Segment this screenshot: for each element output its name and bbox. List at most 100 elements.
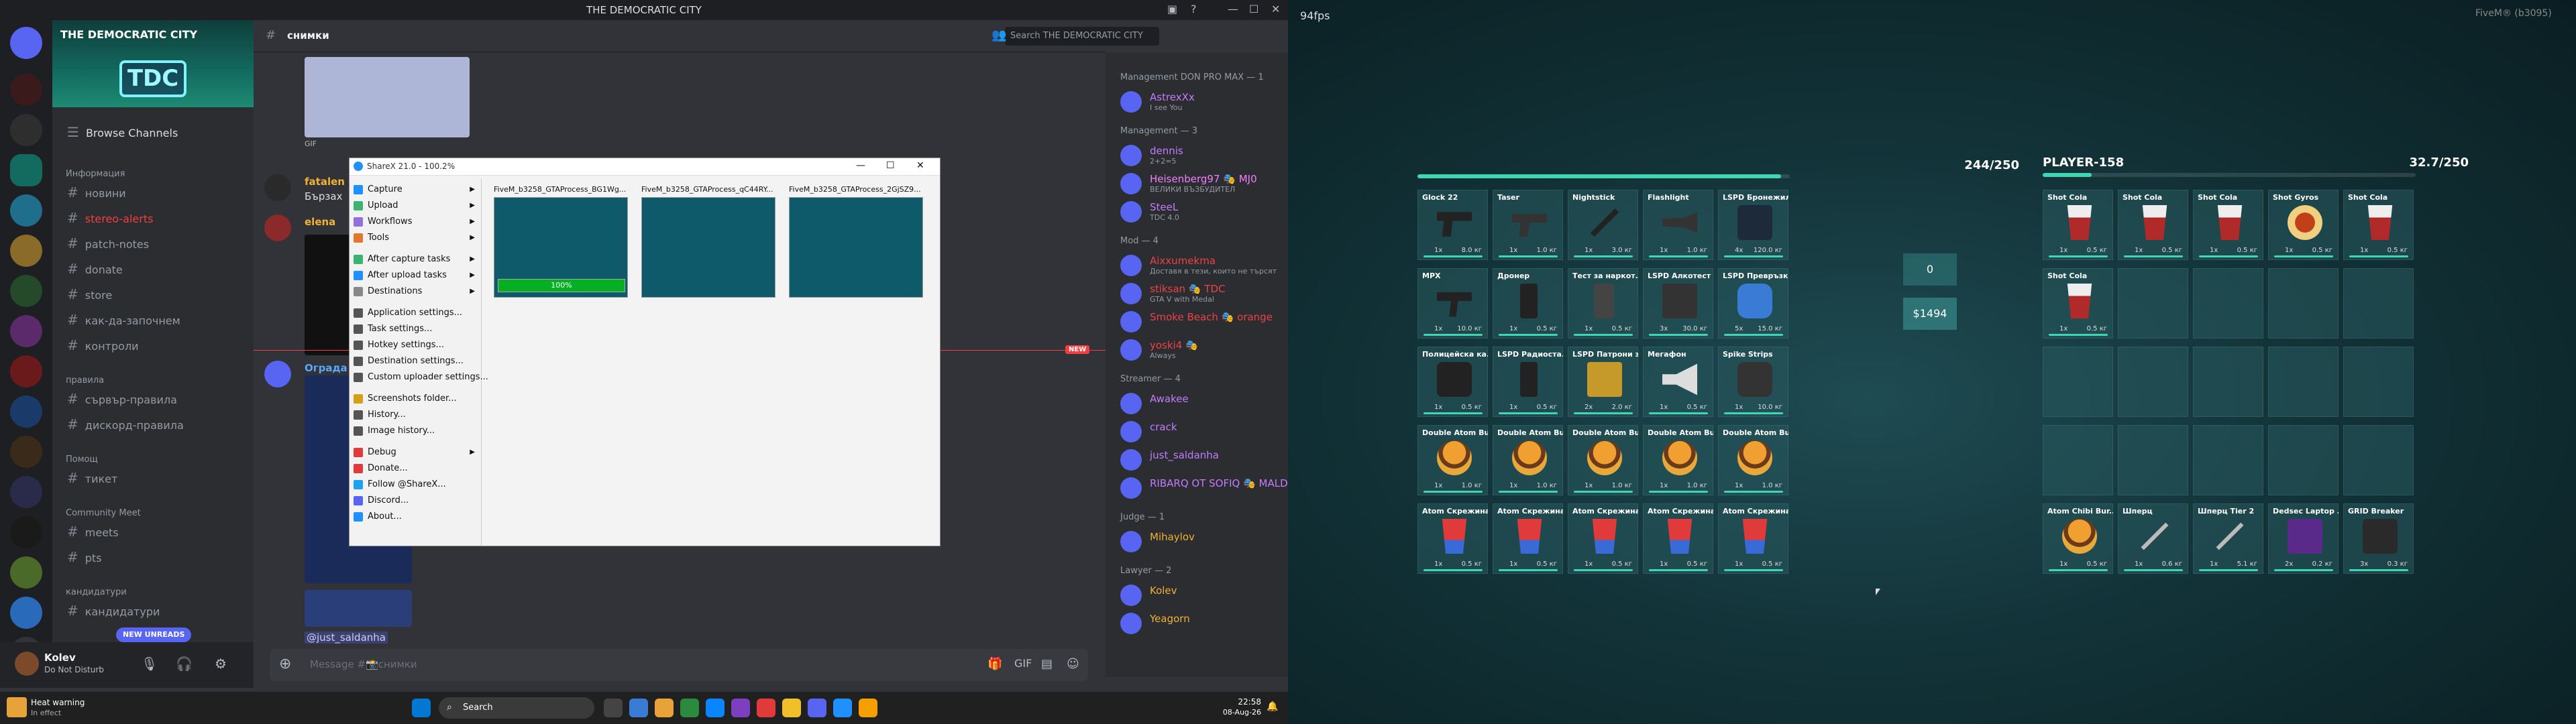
message-author[interactable]: fatalen — [305, 176, 345, 188]
category-label[interactable]: Помощ — [66, 455, 98, 465]
inventory-slot[interactable]: LSPD Превръзка 5x 15.0 кг — [1718, 268, 1788, 339]
inventory-slot[interactable]: LSPD Патрони з... 2x 2.0 кг — [1568, 347, 1638, 417]
member-item[interactable]: SteeL TDC 4.0 — [1120, 198, 1288, 225]
inventory-slot[interactable]: Шперц Tier 2 1x 5.1 кг — [2193, 503, 2263, 574]
channel-item[interactable]: # дискорд-правила — [52, 413, 254, 436]
empty-inventory-slot[interactable] — [2043, 347, 2113, 417]
sharex-menu-item[interactable]: Destinations ▶ — [350, 284, 482, 299]
member-item[interactable]: RIBARQ OT SOFIQ 🎭 MALD — [1120, 475, 1288, 501]
gear-icon[interactable]: ⚙ — [215, 656, 227, 672]
sharex-menu-item[interactable]: History... — [350, 408, 482, 422]
inventory-slot[interactable]: Double Atom Bu... 1x 1.0 кг — [1718, 425, 1788, 495]
server-icon[interactable] — [10, 114, 42, 146]
empty-inventory-slot[interactable] — [2193, 347, 2263, 417]
channel-item[interactable]: # store — [52, 283, 254, 306]
sharex-icon[interactable] — [833, 699, 852, 717]
inventory-slot[interactable]: LSPD Радиоста... 1x 0.5 кг — [1493, 347, 1563, 417]
member-item[interactable]: yoski4 🎭 Always — [1120, 337, 1288, 363]
headphones-icon[interactable]: 🎧 — [176, 656, 193, 672]
inventory-slot[interactable]: Atom Скрежина 1x 0.5 кг — [1568, 503, 1638, 574]
add-attachment-icon[interactable]: ⊕ — [279, 656, 291, 672]
avatar[interactable] — [264, 361, 291, 387]
inventory-slot[interactable]: Nightstick 1x 3.0 кг — [1568, 190, 1638, 260]
sharex-menu-item[interactable]: Capture ▶ — [350, 182, 482, 197]
discord-home-icon[interactable] — [10, 27, 42, 59]
visual-studio-icon[interactable] — [731, 699, 750, 717]
history-thumbnail[interactable]: FiveM_b3258_GTAProcess_qC44RY... — [641, 185, 775, 299]
clock-time[interactable]: 22:58 — [1228, 697, 1261, 707]
empty-inventory-slot[interactable] — [2193, 268, 2263, 339]
category-label[interactable]: Информация — [66, 169, 125, 179]
empty-inventory-slot[interactable] — [2118, 268, 2188, 339]
inventory-slot[interactable]: Shot Cola 1x 0.5 кг — [2343, 190, 2414, 260]
members-icon[interactable]: 👥 — [991, 28, 1006, 42]
server-icon-active[interactable] — [10, 154, 42, 186]
server-icon[interactable] — [10, 275, 42, 307]
category-label[interactable]: кандидатури — [66, 587, 127, 597]
sharex-menu-item[interactable]: Image history... — [350, 424, 482, 438]
category-label[interactable]: правила — [66, 375, 104, 385]
channel-item[interactable]: # тикет — [52, 467, 254, 489]
close-button[interactable]: ✕ — [916, 160, 924, 171]
sharex-menu-item[interactable]: Custom uploader settings... — [350, 370, 488, 385]
empty-inventory-slot[interactable] — [2268, 268, 2339, 339]
help-icon[interactable]: ? — [1191, 3, 1197, 15]
mention[interactable]: @just_saldanha — [305, 631, 388, 644]
inventory-slot[interactable]: Шперц 1x 0.6 кг — [2118, 503, 2188, 574]
inventory-slot[interactable]: Dedsec Laptop ... 2x 0.2 кг — [2268, 503, 2339, 574]
app-icon[interactable] — [629, 699, 648, 717]
category-label[interactable]: Community Meet — [66, 508, 141, 518]
inventory-slot[interactable]: Shot Cola 1x 0.5 кг — [2043, 268, 2113, 339]
sharex-menu-item[interactable]: After capture tasks ▶ — [350, 252, 482, 267]
taskbar-search[interactable]: ⌕ Search — [439, 697, 594, 719]
inventory-slot[interactable]: Spike Strips 1x 10.0 кг — [1718, 347, 1788, 417]
inbox-icon[interactable]: ▣ — [1167, 3, 1177, 15]
new-unreads-pill[interactable]: NEW UNREADS — [116, 627, 192, 642]
sharex-menu-item[interactable]: Destination settings... — [350, 354, 482, 369]
inventory-slot[interactable]: Glock 22 1x 8.0 кг — [1417, 190, 1488, 260]
message-input-box[interactable]: ⊕ Message #📸снимки 🎁 GIF ▤ ☺ — [270, 649, 1088, 681]
inventory-slot[interactable]: LSPD Алкотест 3x 30.0 кг — [1643, 268, 1713, 339]
app-icon[interactable] — [757, 699, 775, 717]
sharex-menu-item[interactable]: Debug ▶ — [350, 445, 482, 460]
start-button[interactable] — [412, 699, 431, 717]
server-icon[interactable] — [10, 396, 42, 428]
sharex-menu-item[interactable]: Follow @ShareX... — [350, 477, 482, 492]
discord-icon[interactable] — [808, 699, 826, 717]
minimize-button[interactable]: — — [856, 160, 865, 171]
channel-item[interactable]: # pts — [52, 546, 254, 568]
message-author[interactable]: Ограда — [305, 362, 347, 374]
cash-button[interactable]: $1494 — [1903, 298, 1957, 330]
inventory-slot[interactable]: Мегафон 1x 0.5 кг — [1643, 347, 1713, 417]
search-input[interactable]: Search THE DEMOCRATIC CITY — [1005, 27, 1159, 46]
channel-item[interactable]: # meets — [52, 520, 254, 543]
sharex-menu-item[interactable]: Hotkey settings... — [350, 338, 482, 353]
inventory-slot[interactable]: Double Atom Bu... 1x 1.0 кг — [1568, 425, 1638, 495]
channel-item[interactable]: # stereo-alerts — [52, 206, 254, 229]
attachment-image[interactable] — [305, 590, 412, 627]
member-item[interactable]: Aixxumekma Доставя в тези, които не търся… — [1120, 252, 1288, 279]
microphone-icon[interactable]: 🎙 — [141, 656, 158, 672]
sharex-menu-item[interactable]: Screenshots folder... — [350, 391, 482, 406]
history-thumbnail[interactable]: FiveM_b3258_GTAProcess_2GjSZ9... — [789, 185, 923, 299]
vscode-icon[interactable] — [706, 699, 724, 717]
sharex-menu-item[interactable]: About... — [350, 509, 482, 524]
empty-inventory-slot[interactable] — [2118, 425, 2188, 495]
inventory-slot[interactable]: Полицейска ка... 1x 0.5 кг — [1417, 347, 1488, 417]
server-icon[interactable] — [10, 194, 42, 227]
avatar[interactable] — [15, 652, 39, 676]
member-item[interactable]: Heisenberg97 🎭 MJ0 ВЕЛИКИ ВЪЗБУДИТЕЛ — [1120, 170, 1288, 197]
server-icon[interactable] — [10, 556, 42, 589]
history-thumbnail[interactable]: FiveM_b3258_GTAProcess_BG1Wg... 100% — [494, 185, 628, 299]
inventory-slot[interactable]: Atom Скрежина 1x 0.5 кг — [1643, 503, 1713, 574]
message-input[interactable]: Message #📸снимки — [310, 658, 417, 670]
inventory-slot[interactable]: Atom Chibi Bur... 1x 0.5 кг — [2043, 503, 2113, 574]
inventory-slot[interactable]: Taser 1x 1.0 кг — [1493, 190, 1563, 260]
inventory-slot[interactable]: GRID Breaker 3x 0.3 кг — [2343, 503, 2414, 574]
empty-inventory-slot[interactable] — [2268, 425, 2339, 495]
avatar[interactable] — [264, 215, 291, 241]
message-author[interactable]: elena — [305, 216, 335, 228]
empty-inventory-slot[interactable] — [2043, 425, 2113, 495]
server-icon[interactable] — [10, 597, 42, 629]
sharex-menu-item[interactable]: Donate... — [350, 461, 482, 476]
